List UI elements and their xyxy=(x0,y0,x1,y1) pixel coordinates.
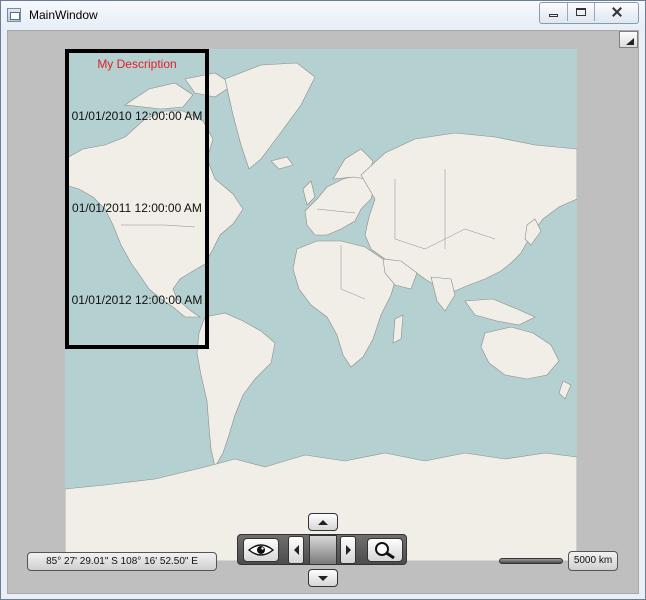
date-label: 01/01/2012 12:00:00 AM xyxy=(71,293,203,307)
description-box: My Description 01/01/2010 12:00:00 AM 01… xyxy=(65,49,209,349)
close-icon xyxy=(612,7,622,17)
magnifier-icon xyxy=(375,542,395,559)
pan-up-icon xyxy=(318,519,328,525)
pan-left-icon xyxy=(293,545,299,555)
pan-up-button[interactable] xyxy=(308,513,338,531)
pan-down-icon xyxy=(318,575,328,581)
date-label: 01/01/2011 12:00:00 AM xyxy=(72,201,202,215)
scale-label: 5000 km xyxy=(568,551,618,571)
pan-left-button[interactable] xyxy=(288,536,304,564)
window-title: MainWindow xyxy=(29,8,98,22)
pan-down-button[interactable] xyxy=(308,569,338,587)
coordinates-readout: 85° 27' 29.01" S 108° 16' 52.50" E xyxy=(27,552,217,571)
overview-map-toggle-button[interactable] xyxy=(619,31,638,48)
scale-bar xyxy=(499,558,563,564)
map-mode-button[interactable] xyxy=(243,538,279,562)
close-button[interactable] xyxy=(594,3,638,21)
description-title: My Description xyxy=(97,57,177,71)
window-controls xyxy=(539,2,639,24)
date-label: 01/01/2010 12:00:00 AM xyxy=(71,109,203,123)
pan-right-button[interactable] xyxy=(340,536,356,564)
corner-arrow-icon xyxy=(625,37,634,45)
minimize-icon xyxy=(549,13,558,17)
minimize-button[interactable] xyxy=(540,3,567,21)
maximize-icon xyxy=(576,8,586,16)
app-icon xyxy=(7,8,21,22)
pan-right-icon xyxy=(345,545,351,555)
zoom-button[interactable] xyxy=(367,538,403,562)
maximize-button[interactable] xyxy=(567,3,594,21)
title-bar[interactable]: MainWindow xyxy=(1,1,645,31)
eye-icon xyxy=(248,544,274,556)
pan-center-button[interactable] xyxy=(309,535,337,565)
